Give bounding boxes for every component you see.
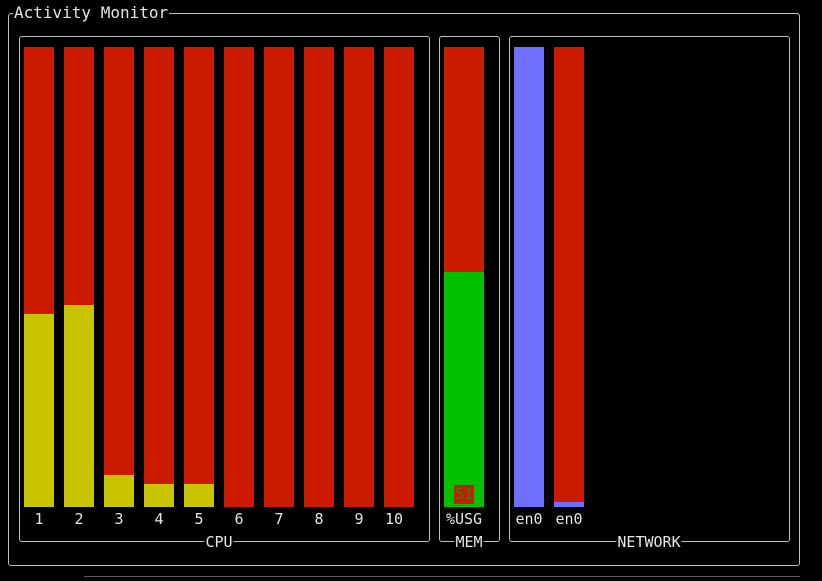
cpu-bar-9 xyxy=(344,47,374,507)
mem-usage-bar xyxy=(444,47,484,507)
cpu-bar-1 xyxy=(24,47,54,507)
cpu-bar-3 xyxy=(104,47,134,507)
cpu-bar-label: 3 xyxy=(114,510,124,528)
cpu-bar-4-usage xyxy=(144,484,174,507)
cpu-bar-2 xyxy=(64,47,94,507)
network-bar-label: en0 xyxy=(555,510,583,528)
cpu-bar-8 xyxy=(304,47,334,507)
cpu-bar-6 xyxy=(224,47,254,507)
mem-panel-label: MEM xyxy=(454,533,484,551)
mem-usage-fill xyxy=(444,272,484,507)
cpu-bar-label: 8 xyxy=(314,510,324,528)
window-title: Activity Monitor xyxy=(13,3,170,23)
cpu-panel-label: CPU xyxy=(204,533,234,551)
cpu-bar-label: 9 xyxy=(354,510,364,528)
cpu-bar-4 xyxy=(144,47,174,507)
cpu-bar-label: 10 xyxy=(384,510,404,528)
status-divider xyxy=(84,576,800,577)
mem-bar-label: %USG xyxy=(445,510,483,528)
network-panel-label: NETWORK xyxy=(616,533,682,551)
cpu-bar-5-usage xyxy=(184,484,214,507)
cpu-bar-3-usage xyxy=(104,474,134,507)
network-bar-en0-tx-level xyxy=(554,502,584,507)
cpu-bar-7 xyxy=(264,47,294,507)
mem-usage-value: 51 xyxy=(454,485,474,504)
cpu-bar-label: 7 xyxy=(274,510,284,528)
cpu-bar-label: 2 xyxy=(74,510,84,528)
cpu-bar-1-usage xyxy=(24,313,54,507)
cpu-bar-label: 4 xyxy=(154,510,164,528)
activity-monitor-window: Activity Monitor CPU 1 2 3 4 5 6 7 8 9 1… xyxy=(0,0,822,581)
network-bar-label: en0 xyxy=(515,510,543,528)
cpu-bar-2-usage xyxy=(64,304,94,507)
cpu-bar-label: 1 xyxy=(34,510,44,528)
cpu-bar-label: 6 xyxy=(234,510,244,528)
network-bar-en0-tx xyxy=(554,47,584,507)
network-bar-en0-rx-level xyxy=(514,47,544,507)
cpu-bar-5 xyxy=(184,47,214,507)
network-bar-en0-rx xyxy=(514,47,544,507)
cpu-bar-label: 5 xyxy=(194,510,204,528)
network-panel xyxy=(509,36,790,542)
cpu-bar-10 xyxy=(384,47,414,507)
